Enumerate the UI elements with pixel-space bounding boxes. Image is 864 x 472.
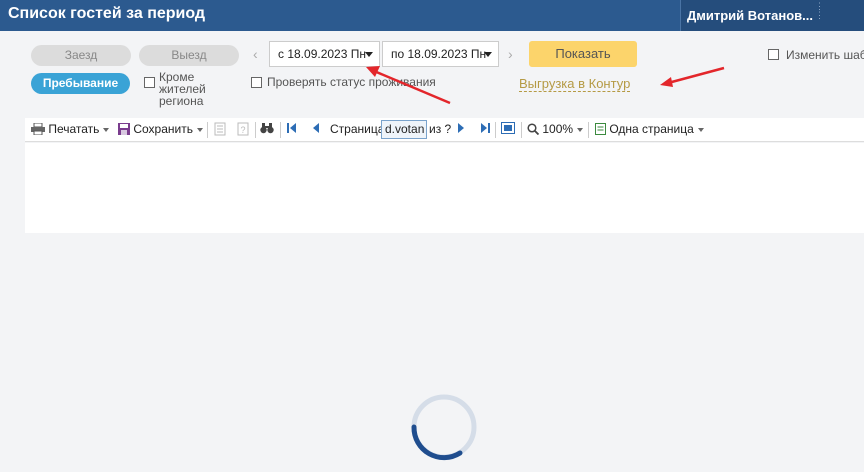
prev-period-icon[interactable]: ‹ [253,46,258,62]
zoom-select[interactable]: 100% [527,122,584,136]
show-button[interactable]: Показать [529,41,637,67]
first-page-icon[interactable] [287,122,297,137]
toolbar-divider [207,122,208,138]
change-template-checkbox[interactable] [768,49,779,60]
chevron-down-icon [365,52,373,57]
toolbar-divider [255,122,256,138]
loading-spinner-icon [411,394,477,461]
more-icon[interactable]: ⋮ ⋮ [815,2,824,20]
except-residents-checkbox[interactable] [144,77,155,88]
annotation-arrow-icon [366,66,451,105]
header-bar: Список гостей за период Дмитрий Вотанов.… [0,0,864,31]
print-label: Печатать [48,122,100,136]
date-to-value: по 18.09.2023 Пн [391,47,487,61]
date-from-value: с 18.09.2023 Пн [278,47,366,61]
page-label: Страница [330,122,385,136]
save-icon [118,123,130,135]
chevron-down-icon [484,52,492,57]
except-residents-label: Кроме жителей региона [159,70,206,108]
save-button[interactable]: Сохранить [118,122,203,136]
user-name: Дмитрий Вотанов... [687,8,813,23]
arrival-filter-button[interactable]: Заезд [31,45,131,66]
page-count-label: из ? [429,122,452,136]
fullscreen-icon[interactable] [501,122,515,137]
parameters-icon[interactable]: ? [237,122,249,139]
report-toolbar: Печатать Сохранить ? Страница d.votan из… [25,118,864,142]
printer-icon [31,122,45,136]
next-period-icon[interactable]: › [508,46,513,62]
check-status-checkbox[interactable] [251,77,262,88]
svg-text:?: ? [240,125,245,135]
toolbar-divider [280,122,281,138]
stay-filter-button[interactable]: Пребывание [31,73,130,94]
print-button[interactable]: Печатать [31,122,110,136]
chevron-down-icon [196,127,203,132]
chevron-down-icon [697,127,704,132]
report-viewer [25,143,864,233]
chevron-down-icon [103,127,110,132]
prev-page-icon[interactable] [312,122,320,137]
page-number-input[interactable]: d.votan [381,120,427,139]
toolbar-divider [495,122,496,138]
magnifier-icon [527,123,540,136]
departure-filter-button[interactable]: Выезд [139,45,239,66]
page-title: Список гостей за период [8,5,206,22]
toolbar-divider [588,122,589,138]
document-icon[interactable] [214,122,226,139]
zoom-value: 100% [542,122,574,136]
page-view-icon [595,123,606,135]
last-page-icon[interactable] [480,122,490,137]
next-page-icon[interactable] [457,122,465,137]
toolbar-divider [521,122,522,138]
view-mode-select[interactable]: Одна страница [595,122,704,136]
chevron-down-icon [577,127,584,132]
view-mode-value: Одна страница [609,122,694,136]
change-template-label: Изменить шабл [786,48,864,62]
binoculars-icon[interactable] [260,122,274,137]
export-kontur-link[interactable]: Выгрузка в Контур [519,76,631,92]
save-label: Сохранить [133,122,193,136]
user-menu[interactable]: Дмитрий Вотанов... ⋮ ⋮ [680,0,864,31]
annotation-arrow-icon [660,66,725,87]
